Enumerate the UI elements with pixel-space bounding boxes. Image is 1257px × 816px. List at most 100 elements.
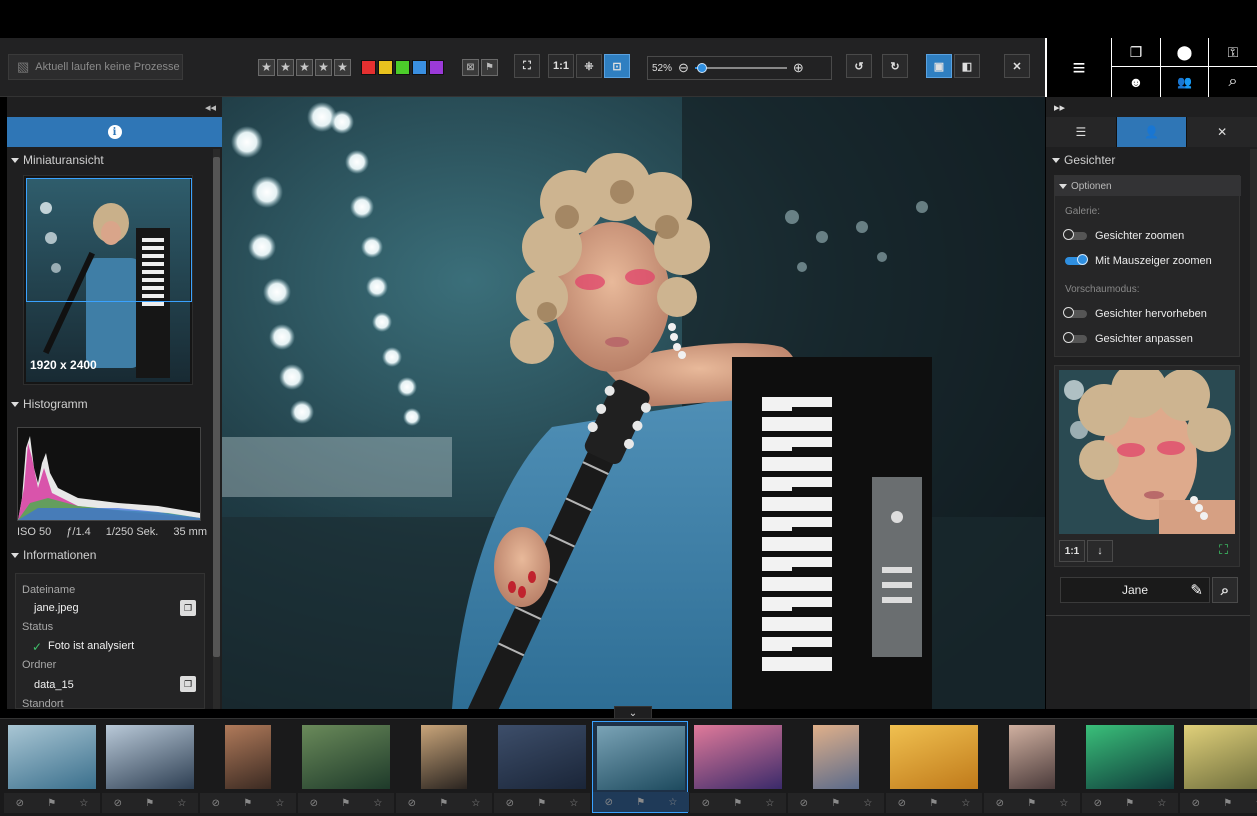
flag-icon[interactable]: ⚑ [341,798,350,809]
fullscreen-button[interactable]: ⛶ [514,54,540,78]
reject-icon[interactable]: ⊘ [212,798,220,809]
single-view-button[interactable]: ▣ [926,54,952,78]
close-button[interactable]: ✕ [1004,54,1030,78]
flag-icon[interactable]: ⚑ [145,798,154,809]
people-icon[interactable]: 👥 [1160,67,1208,97]
star-icon[interactable]: ☆ [275,798,284,809]
star-icon[interactable]: ☆ [79,798,88,809]
tab-connections[interactable]: ✕ [1187,117,1257,147]
star-icon[interactable]: ☆ [668,797,677,808]
tab-metadata[interactable]: ☰ [1046,117,1117,147]
stack-icon[interactable]: ❐ [1111,38,1160,67]
reject-icon[interactable]: ⊘ [16,798,24,809]
rotate-left-button[interactable]: ↺ [846,54,872,78]
filmstrip-item[interactable]: ⊘ ⚑ ☆ [200,721,296,813]
reject-icon[interactable]: ⊘ [898,798,906,809]
rating-star-2[interactable]: ★ [277,58,294,76]
toggle-row-mouse-zoom[interactable]: Mit Mauszeiger zoomen [1065,254,1212,267]
filmstrip-item[interactable]: ⊘ ⚑ ☆ [494,721,590,813]
rotate-right-button[interactable]: ↻ [882,54,908,78]
flag-icon[interactable]: ⚑ [47,798,56,809]
person-name-field[interactable]: Jane ✎ [1060,577,1210,603]
rating-star-4[interactable]: ★ [315,58,332,76]
star-icon[interactable]: ☆ [961,798,970,809]
filmstrip-item[interactable]: ⊘ ⚑ ☆ [102,721,198,813]
reject-icon[interactable]: ⊘ [114,798,122,809]
key-icon[interactable]: ⚿ [1208,38,1257,67]
color-label-yellow[interactable] [378,59,393,75]
star-icon[interactable]: ☆ [569,798,578,809]
zoom-in-icon[interactable]: ⊕ [793,60,804,76]
star-icon[interactable]: ☆ [1157,798,1166,809]
flag-icon[interactable]: ⚑ [831,798,840,809]
face-download-button[interactable]: ↓ [1087,540,1113,562]
zoom-slider-thumb[interactable] [697,63,708,73]
fit-faces-toggle[interactable] [1063,332,1087,343]
filmstrip-item[interactable]: ⊘ ⚑ ☆ [592,721,689,813]
filmstrip-item[interactable]: ⊘⚑☆ [396,721,492,813]
filmstrip-item[interactable]: ⊘ ⚑ ☆ [4,721,100,813]
main-photo[interactable] [222,97,1045,709]
filmstrip-item[interactable]: ⊘ ⚑ ☆ [1082,721,1178,813]
search-person-button[interactable]: ⌕ [1212,577,1238,603]
faces-section-header[interactable]: Gesichter [1048,149,1253,171]
compare-view-button[interactable]: ◧ [954,54,980,78]
right-scrollbar[interactable] [1250,149,1257,709]
left-scrollbar[interactable] [213,149,220,709]
toggle-row-zoom-faces[interactable]: Gesichter zoomen [1063,229,1184,242]
rating-star-1[interactable]: ★ [258,58,275,76]
reject-icon[interactable]: ⊘ [996,798,1004,809]
star-icon[interactable]: ☆ [177,798,186,809]
reject-icon[interactable]: ⊘ [506,798,514,809]
zoom-faces-toggle[interactable] [1063,229,1087,240]
flag-icon[interactable]: ⚑ [733,798,742,809]
filmstrip-item[interactable]: ⊘⚑☆ [984,721,1080,813]
thumbnail-viewport-frame[interactable] [26,178,192,302]
toggle-row-fit-faces[interactable]: Gesichter anpassen [1063,332,1193,345]
flag-icon[interactable]: ⚑ [1125,798,1134,809]
star-icon[interactable]: ☆ [373,798,382,809]
pick-flag-icon[interactable]: ⚑ [481,58,498,76]
mouse-zoom-toggle[interactable] [1065,254,1088,265]
face-thumbnail[interactable] [1059,370,1235,534]
face-focus-icon[interactable]: ⛶ [1219,542,1228,558]
reject-icon[interactable]: ⊘ [310,798,318,809]
reject-icon[interactable]: ⊘ [800,798,808,809]
fill-button[interactable]: ⊡ [604,54,630,78]
color-label-green[interactable] [395,59,410,75]
flag-icon[interactable]: ⚑ [537,798,546,809]
search-icon[interactable]: ⌕ [1208,67,1257,97]
actual-size-button[interactable]: 1:1 [548,54,574,78]
collapse-left-icon[interactable]: ◂◂ [205,101,216,114]
fit-button[interactable]: ⁜ [576,54,602,78]
flag-icon[interactable]: ⚑ [636,797,645,808]
flag-icon[interactable]: ⚑ [1223,798,1232,809]
information-section-header[interactable]: Informationen [7,544,212,566]
filmstrip-item[interactable]: ⊘⚑☆ [1180,721,1257,813]
zoom-out-icon[interactable]: ⊖ [678,60,689,76]
reject-icon[interactable]: ⊘ [1192,798,1200,809]
reject-flag-icon[interactable]: ⊠ [462,58,479,76]
collapse-right-icon[interactable]: ▸▸ [1054,101,1065,114]
copy-filename-icon[interactable]: ❐ [180,600,196,616]
zoom-slider[interactable] [694,63,787,73]
star-icon[interactable]: ☆ [1059,798,1068,809]
star-icon[interactable]: ☆ [863,798,872,809]
reject-icon[interactable]: ⊘ [1094,798,1102,809]
options-header[interactable]: Optionen [1055,176,1241,196]
filmstrip-item[interactable]: ⊘ ⚑ ☆ [298,721,394,813]
reject-icon[interactable]: ⊘ [408,798,416,809]
filmstrip-item[interactable]: ⊘⚑☆ [690,721,786,813]
edit-list-icon[interactable]: ≡ [1045,38,1111,97]
star-icon[interactable]: ☆ [471,798,480,809]
color-label-purple[interactable] [429,59,444,75]
color-label-blue[interactable] [412,59,427,75]
reject-icon[interactable]: ⊘ [702,798,710,809]
left-scrollbar-thumb[interactable] [213,157,220,657]
reject-icon[interactable]: ⊘ [605,797,613,808]
flag-icon[interactable]: ⚑ [929,798,938,809]
flag-icon[interactable]: ⚑ [243,798,252,809]
info-tab[interactable]: i [7,117,222,147]
copy-folder-icon[interactable]: ❐ [180,676,196,692]
tab-faces[interactable]: 👤 [1116,117,1188,147]
